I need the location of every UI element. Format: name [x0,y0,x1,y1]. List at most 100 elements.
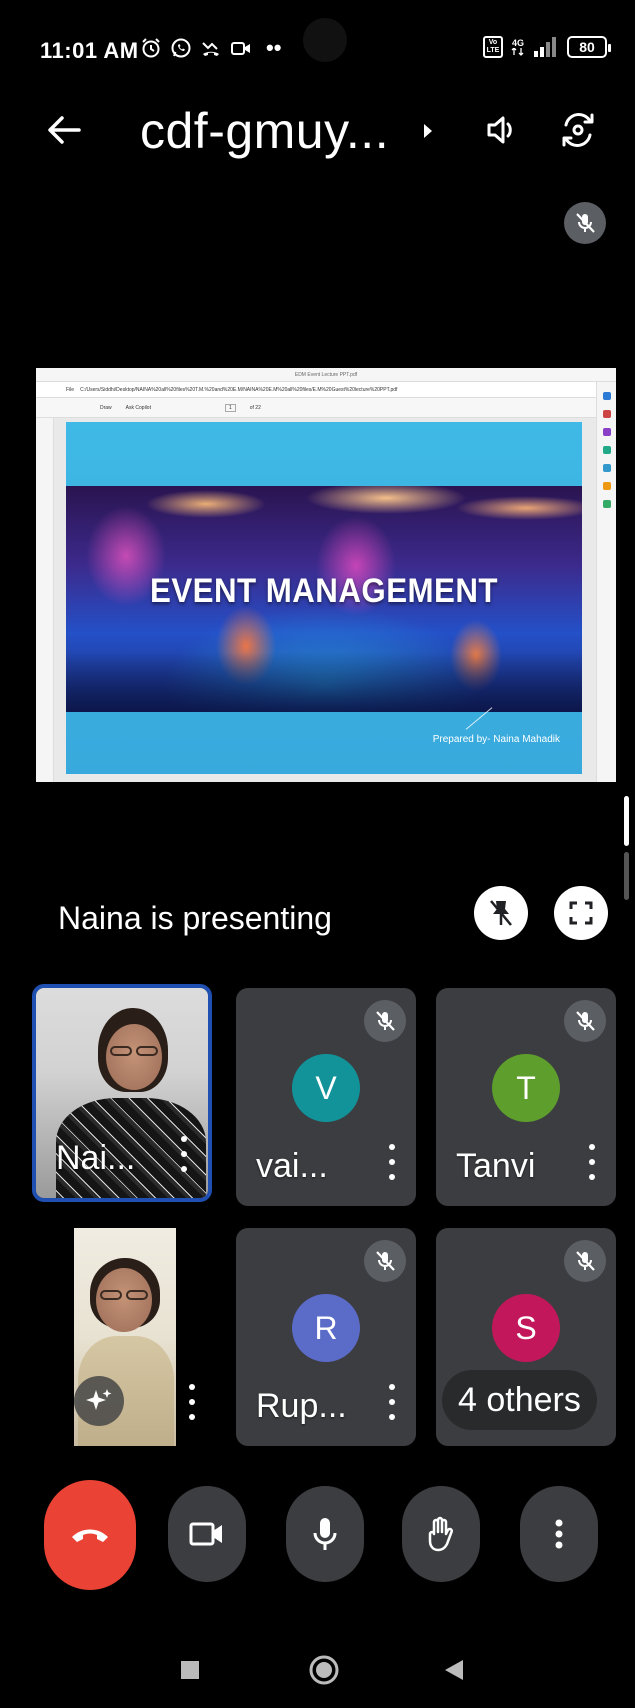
participant-tile-tanvi[interactable]: T Tanvi [436,988,616,1206]
notification-icons: •• [140,36,281,60]
browser-title-bar: EDM Event Lecture PPT.pdf [36,368,616,382]
status-time: 11:01 AM [40,38,139,63]
participant-avatar: T [492,1054,560,1122]
end-call-button[interactable] [44,1480,136,1590]
whatsapp-icon [170,36,192,60]
sidebar-app-icon [602,410,611,418]
audio-output-button[interactable] [480,108,524,152]
presenting-status: Naina is presenting [58,900,332,936]
video-camera-icon [189,1522,222,1546]
participant-options-button[interactable] [386,1144,398,1180]
browser-right-rail [596,382,616,782]
mic-off-icon [376,1251,395,1271]
shared-screen: EDM Event Lecture PPT.pdf File C:/Users/… [36,368,616,782]
camera-cutout [303,18,347,62]
sidebar-app-icon [602,482,611,490]
toolbar-page-number: 1 [224,403,236,412]
participant-options-button[interactable] [186,1384,198,1420]
caret-right-icon [424,124,432,138]
sidebar-app-icon [602,446,611,454]
pin-off-icon [490,900,512,926]
browser-left-rail [36,418,54,782]
participant-avatar: V [292,1054,360,1122]
slide-title: EVENT MANAGEMENT [150,572,498,610]
participant-tile-naina[interactable]: Nai... [32,984,212,1202]
participant-options-button[interactable] [386,1384,398,1420]
scroll-indicator-track [624,852,629,900]
file-label: File [66,386,75,393]
call-controls [0,1480,635,1590]
more-notifications-indicator: •• [266,35,282,60]
microphone-toggle-button[interactable] [286,1486,364,1582]
fullscreen-button[interactable] [554,886,608,940]
toolbar-page-count: of 22 [249,404,261,411]
back-nav-button[interactable] [436,1652,472,1688]
participant-tile-vai[interactable]: V vai... [236,988,416,1206]
video-call-icon [230,36,252,60]
participant-options-button[interactable] [178,1136,190,1172]
missed-call-icon [200,36,222,60]
pdf-toolbar: Draw Ask Copilot 1 of 22 [36,398,616,418]
participant-options-button[interactable] [586,1144,598,1180]
participant-muted-indicator [564,1000,606,1042]
fullscreen-icon [569,901,593,925]
network-indicator: 4G [511,38,525,56]
browser-tab-title: EDM Event Lecture PPT.pdf [294,371,358,378]
sidebar-app-icon [602,428,611,436]
participant-muted-indicator [564,1240,606,1282]
participant-name: Nai... [56,1139,136,1177]
camera-toggle-button[interactable] [168,1486,246,1582]
mic-off-icon [376,1011,395,1031]
sidebar-app-icon [602,500,611,508]
pdf-viewer: EVENT MANAGEMENT Prepared by- Naina Maha… [36,382,616,782]
participant-muted-indicator [364,1240,406,1282]
square-icon [181,1661,199,1679]
data-arrows-icon [511,48,524,56]
home-button[interactable] [306,1652,342,1688]
battery-level: 80 [579,39,595,55]
participant-avatar: R [292,1294,360,1362]
sidebar-app-icon [602,464,611,472]
participant-tile-rup[interactable]: R Rup... [236,1228,416,1446]
toolbar-draw: Draw [100,404,112,411]
visual-effects-button[interactable] [74,1376,124,1426]
triangle-back-icon [445,1660,463,1680]
sparkle-icon [86,1389,112,1410]
microphone-icon [313,1518,337,1550]
meeting-details-chevron[interactable] [418,116,438,146]
participant-name: Rup... [256,1387,347,1425]
battery-icon: 80 [567,36,611,58]
others-chip[interactable]: 4 others [442,1370,597,1430]
switch-camera-button[interactable] [556,108,600,152]
participant-avatar: S [492,1294,560,1362]
network-type: 4G [511,38,524,48]
participant-tile-others[interactable]: S 4 others [436,1228,616,1446]
mic-off-icon [576,213,595,233]
participant-name: vai... [256,1147,328,1185]
unpin-button[interactable] [474,886,528,940]
presentation-tile[interactable]: EDM Event Lecture PPT.pdf File C:/Users/… [36,188,616,964]
circle-icon [309,1655,339,1685]
participant-name: Tanvi [456,1147,536,1185]
raise-hand-icon [428,1516,453,1552]
raise-hand-button[interactable] [402,1486,480,1582]
volte-icon: Vo LTE [483,36,503,58]
alarm-icon [140,36,162,60]
mic-off-icon [576,1011,595,1031]
system-navigation-bar [0,1640,635,1700]
system-indicators: Vo LTE 4G 80 [483,36,611,58]
recents-button[interactable] [172,1652,208,1688]
toolbar-ask-copilot: Ask Copilot [125,404,151,411]
slide-credit: Prepared by- Naina Mahadik [432,734,560,745]
meeting-code-title[interactable]: cdf-gmuy... [140,102,389,160]
pdf-slide: EVENT MANAGEMENT Prepared by- Naina Maha… [66,422,582,774]
participant-tile-self[interactable] [36,1228,216,1446]
more-options-button[interactable] [520,1486,598,1582]
back-button[interactable] [44,110,84,150]
status-bar: 11:01 AM •• Vo LTE 4G 80 [0,0,635,100]
browser-url: C:/Users/Siddhi/Desktop/NAINA%20all%20fi… [80,386,398,393]
arrow-left-icon [48,116,81,144]
meeting-header: cdf-gmuy... [0,90,635,170]
mic-off-icon [576,1251,595,1271]
scroll-indicator [624,796,629,846]
